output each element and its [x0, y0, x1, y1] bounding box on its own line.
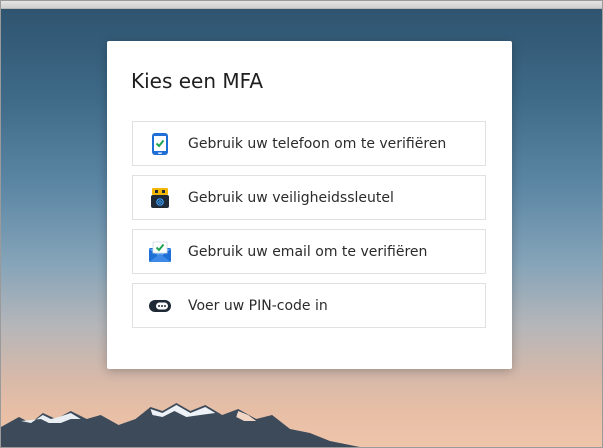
- option-phone-verify[interactable]: Gebruik uw telefoon om te verifiëren: [132, 121, 486, 166]
- option-label: Voer uw PIN-code in: [188, 297, 328, 314]
- dialog-title: Kies een MFA: [131, 69, 264, 93]
- window-top-bar: [1, 1, 602, 9]
- option-label: Gebruik uw telefoon om te verifiëren: [188, 135, 447, 152]
- mfa-dialog: Kies een MFA Gebruik uw telefoon om te v…: [107, 41, 512, 369]
- pin-code-icon: [148, 294, 172, 318]
- option-pin-code[interactable]: Voer uw PIN-code in: [132, 283, 486, 328]
- browser-window: Kies een MFA Gebruik uw telefoon om te v…: [0, 0, 603, 448]
- phone-verify-icon: [148, 132, 172, 156]
- option-email-verify[interactable]: Gebruik uw email om te verifiëren: [132, 229, 486, 274]
- option-security-key[interactable]: Gebruik uw veiligheidssleutel: [132, 175, 486, 220]
- email-verify-icon: [148, 240, 172, 264]
- security-key-icon: [148, 186, 172, 210]
- option-label: Gebruik uw veiligheidssleutel: [188, 189, 394, 206]
- option-label: Gebruik uw email om te verifiëren: [188, 243, 428, 260]
- mountains-illustration: [1, 403, 360, 447]
